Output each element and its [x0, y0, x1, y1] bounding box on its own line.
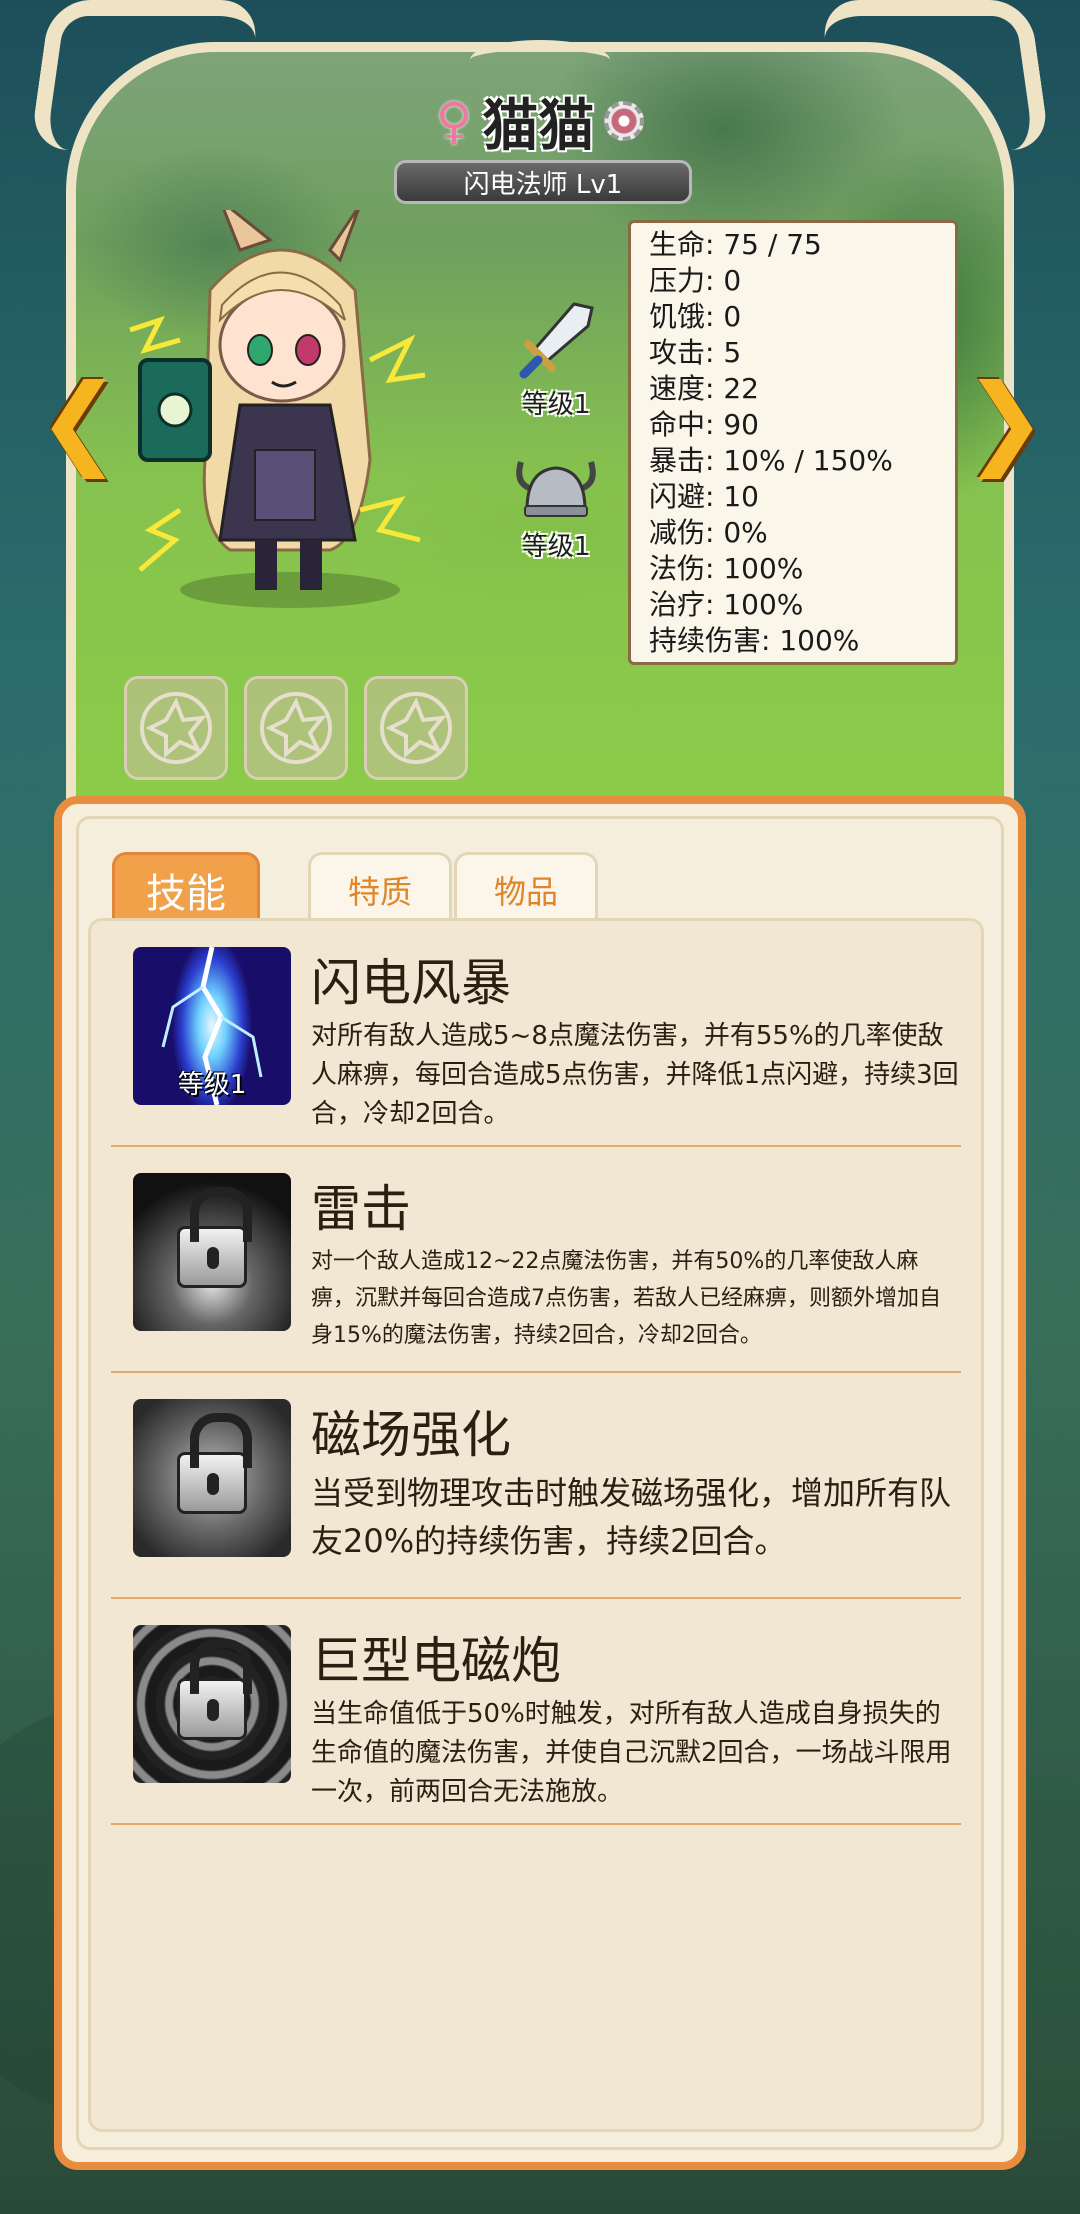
sword-icon: [519, 302, 594, 379]
tab-skills[interactable]: 技能: [112, 852, 260, 924]
rune-slot-1[interactable]: [124, 676, 228, 780]
empty-rune-icon: [380, 692, 452, 764]
next-hero-button[interactable]: ❯: [963, 360, 1047, 480]
empty-rune-icon: [260, 692, 332, 764]
top-ornament: [470, 40, 610, 80]
stat-magic-damage: 法伤: 100%: [649, 552, 804, 585]
thunder-strike-skill-icon[interactable]: [133, 1173, 291, 1331]
skill-title: 雷击: [311, 1180, 411, 1238]
lightning-storm-skill-icon[interactable]: 等级1: [133, 947, 291, 1105]
hero-portrait: [129, 210, 426, 608]
stat-hunger: 饥饿: 0: [649, 300, 742, 333]
stat-crit: 暴击: 10% / 150%: [649, 444, 893, 477]
skill-item: 巨型电磁炮 当生命值低于50%时触发，对所有敌人造成自身损失的生命值的魔法伤害，…: [111, 1599, 961, 1825]
skill-item: 雷击 对一个敌人造成12~22点魔法伤害，并有50%的几率使敌人麻痹，沉默并每回…: [111, 1147, 961, 1373]
weapon-level: 等级1: [521, 390, 591, 420]
details-panel: 技能 特质 物品 等级1 闪电风暴 对所有敌人造成5~8点魔法伤害，并有55%的…: [54, 796, 1026, 2170]
skill-item: 等级1 闪电风暴 对所有敌人造成5~8点魔法伤害，并有55%的几率使敌人麻痹，每…: [111, 921, 961, 1147]
skill-description: 当受到物理攻击时触发磁场强化，增加所有队友20%的持续伤害，持续2回合。: [311, 1474, 952, 1560]
stat-hp: 生命: 75 / 75: [649, 228, 822, 261]
prev-hero-button[interactable]: ❮: [37, 360, 121, 480]
skill-description: 当生命值低于50%时触发，对所有敌人造成自身损失的生命值的魔法伤害，并使自己沉默…: [311, 1699, 952, 1807]
stat-attack: 攻击: 5: [649, 336, 742, 369]
hero-name-row: ♀ 猫猫: [0, 86, 1080, 159]
armor-slot[interactable]: 等级1: [496, 452, 616, 582]
hero-class-level: 闪电法师 Lv1: [394, 160, 692, 204]
skill-description: 对一个敌人造成12~22点魔法伤害，并有50%的几率使敌人麻痹，沉默并每回合造成…: [311, 1249, 941, 1348]
lock-icon: [177, 1412, 252, 1514]
tab-items[interactable]: 物品: [454, 852, 598, 924]
skill-title: 闪电风暴: [311, 954, 511, 1012]
stat-stress: 压力: 0: [649, 264, 742, 297]
magnetic-field-skill-icon[interactable]: [133, 1399, 291, 1557]
skill-list: 等级1 闪电风暴 对所有敌人造成5~8点魔法伤害，并有55%的几率使敌人麻痹，每…: [88, 918, 984, 2132]
weapon-slot[interactable]: 等级1: [496, 300, 616, 430]
skill-title: 巨型电磁炮: [311, 1632, 561, 1690]
skill-item: 磁场强化 当受到物理攻击时触发磁场强化，增加所有队友20%的持续伤害，持续2回合…: [111, 1373, 961, 1599]
stat-healing: 治疗: 100%: [649, 588, 804, 621]
armor-level: 等级1: [521, 532, 591, 562]
stat-speed: 速度: 22: [649, 372, 759, 405]
stats-panel: 生命: 75 / 75 压力: 0 饥饿: 0 攻击: 5 速度: 22 命中:…: [628, 220, 958, 665]
stat-dot-damage: 持续伤害: 100%: [649, 624, 860, 657]
rune-slot-2[interactable]: [244, 676, 348, 780]
skill-level-badge: 等级1: [177, 1070, 247, 1100]
lock-icon: [177, 1638, 252, 1740]
stat-damage-reduction: 减伤: 0%: [649, 516, 768, 549]
female-icon: ♀: [435, 92, 473, 150]
giant-railgun-skill-icon[interactable]: [133, 1625, 291, 1783]
skill-title: 磁场强化: [311, 1406, 511, 1464]
stat-dodge: 闪避: 10: [649, 480, 759, 513]
helmet-icon: [516, 461, 596, 517]
gear-icon[interactable]: [604, 101, 645, 141]
hero-name: 猫猫: [482, 93, 595, 159]
stat-accuracy: 命中: 90: [649, 408, 759, 441]
skill-description: 对所有敌人造成5~8点魔法伤害，并有55%的几率使敌人麻痹，每回合造成5点伤害，…: [311, 1021, 959, 1129]
rune-slot-3[interactable]: [364, 676, 468, 780]
lock-icon: [177, 1186, 252, 1288]
empty-rune-icon: [140, 692, 212, 764]
tab-traits[interactable]: 特质: [308, 852, 452, 924]
